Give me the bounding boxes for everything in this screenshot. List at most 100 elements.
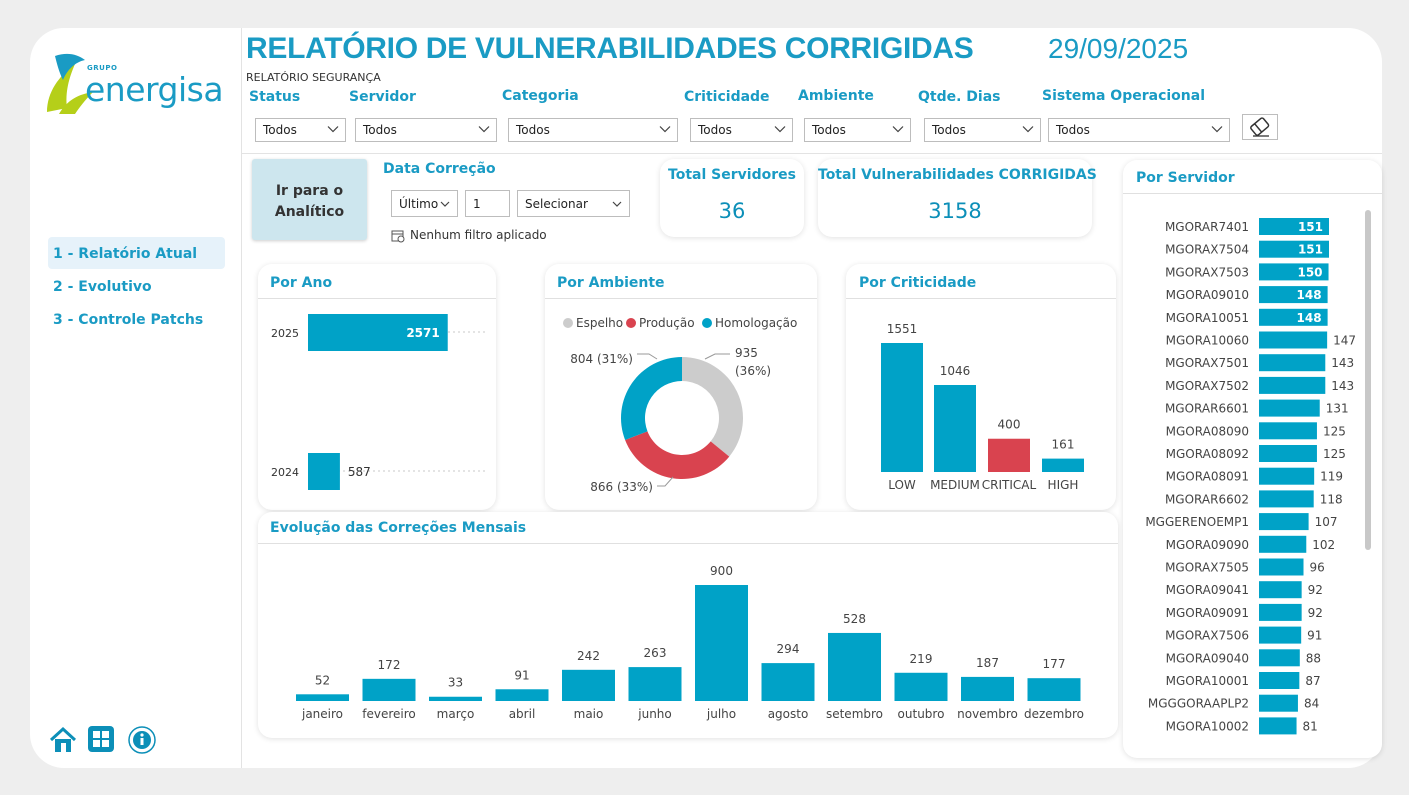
tick-label-março: março [437,707,475,721]
bar-mggerenoemp1 [1259,513,1309,531]
nav-item-3[interactable]: 3 - Controle Patchs [53,312,203,328]
chart-evolucao-mensal: 52 janeiro 172 fevereiro 33 março 91 abril 242 ma… [296,564,1084,721]
bar-junho [628,667,682,701]
data-label-mgorax7506: 91 [1307,629,1322,643]
filter-dropdown-criticidade[interactable]: Todos [690,118,793,142]
server-list-scrollbar[interactable] [1365,210,1371,550]
data-label-mgora09040: 88 [1306,651,1321,665]
filter-label-ambiente: Ambiente [798,88,874,104]
data-label-mgora10001: 87 [1305,674,1320,688]
tick-label-junho: junho [637,707,672,721]
server-label-mgora10051: MGORA10051 [1166,311,1249,325]
bar-mgorar6601 [1259,399,1320,417]
left-panel [30,28,242,768]
data-label-outubro: 219 [910,652,933,666]
date-count-input[interactable]: 1 [465,190,510,217]
chart-por-servidor: MGORAR7401 151 MGORAX7504 151 MGORAX7503 150 M… [1145,218,1356,735]
nav-item-1[interactable]: 1 - Relatório Atual [53,246,197,262]
data-label-mggerenoemp1: 107 [1315,515,1338,529]
tick-label-medium: MEDIUM [930,478,980,492]
bar-2024 [308,453,340,490]
eraser-icon [1250,117,1270,137]
energisa-logo: GRUPO energisa [45,52,235,116]
chevron-down-icon [659,126,671,133]
bar-critical [988,438,1030,472]
bar-mgora08091 [1259,467,1315,485]
analytic-button-line1: Ir para o [275,183,344,199]
go-to-analytic-button[interactable]: Ir para o Analítico [252,159,367,240]
data-label-dezembro: 177 [1043,657,1066,671]
page-title: RELATÓRIO DE VULNERABILIDADES CORRIGIDAS [246,32,974,65]
chevron-down-icon [774,126,786,133]
bar-março [429,696,482,701]
legend-marker-espelho [563,318,573,328]
date-unit-dropdown[interactable]: Selecionar [517,190,630,217]
data-label-mgorax7503: 150 [1297,265,1322,279]
report-subtitle: RELATÓRIO SEGURANÇA [246,71,381,84]
bar-setembro [828,632,881,701]
nav-item-2[interactable]: 2 - Evolutivo [53,279,152,295]
logo-brand-text: energisa [85,70,224,109]
data-label-mgora08092: 125 [1323,447,1346,461]
filter-dropdown-ambiente[interactable]: Todos [804,118,911,142]
bar-mgora10001 [1259,672,1300,689]
tick-label-janeiro: janeiro [301,707,343,721]
kpi-card-vulns: Total Vulnerabilidades CORRIGIDAS 3158 [818,159,1097,237]
server-label-mgora10001: MGORA10001 [1166,674,1249,688]
bar-mgggoraaplp2 [1259,694,1298,712]
data-label-mgorax7502: 143 [1331,379,1354,393]
bar-mgorax7502 [1259,376,1326,394]
data-label-mgorar6602: 118 [1320,492,1343,506]
bar-mgorax7501 [1259,354,1326,372]
chevron-down-icon [478,126,490,133]
data-label-mgorar6601: 131 [1326,402,1349,416]
kpi-vulns-label: Total Vulnerabilidades CORRIGIDAS [818,167,1097,183]
data-label-2025: 2571 [406,326,439,340]
filter-value: Todos [516,123,550,137]
report-date: 29/09/2025 [1048,33,1189,64]
bar-outubro [894,672,948,701]
filter-dropdown-status[interactable]: Todos [255,118,346,142]
chart-por-ano: 2025 2571 2024 587 [271,314,486,490]
filter-dropdown-categoria[interactable]: Todos [508,118,678,142]
slice-label-producao: 866 (33%) [590,480,653,494]
date-count-value: 1 [473,197,481,211]
date-mode-dropdown[interactable]: Último [391,190,458,217]
dashboard-button[interactable] [87,725,115,753]
data-label-novembro: 187 [976,656,999,670]
server-label-mgorax7503: MGORAX7503 [1165,265,1249,279]
home-button[interactable] [48,725,78,755]
bar-mgora09091 [1259,603,1302,621]
server-label-mgora09091: MGORA09091 [1166,606,1249,620]
data-label-setembro: 528 [843,612,866,626]
tick-label-outubro: outubro [898,707,945,721]
date-filter-label: Data Correção [383,161,496,177]
tick-label-julho: julho [706,707,736,721]
data-label-mgora10051: 148 [1297,311,1322,325]
data-label-março: 33 [448,676,463,690]
filter-dropdown-servidor[interactable]: Todos [355,118,497,142]
tick-label-fevereiro: fevereiro [362,707,416,721]
leader-line [637,353,658,360]
server-label-mgorax7506: MGORAX7506 [1165,629,1249,643]
chart-card-por-criticidade: Por Criticidade 1551 LOW 1046 MEDIUM 400 CRIT… [846,264,1116,510]
filter-dropdown-qtde-dias[interactable]: Todos [924,118,1041,142]
server-label-mgorax7504: MGORAX7504 [1165,243,1249,257]
data-label-mgora09010: 148 [1297,288,1322,302]
filter-dropdown-sistema-operacional[interactable]: Todos [1048,118,1230,142]
filter-value: Todos [363,123,397,137]
filter-value: Todos [812,123,846,137]
data-label-fevereiro: 172 [378,658,401,672]
bar-mgora09040 [1259,649,1300,667]
legend-marker-homologação [702,318,712,328]
server-label-mgora10060: MGORA10060 [1166,334,1249,348]
clear-filters-button[interactable] [1242,114,1278,140]
data-label-mgorax7505: 96 [1310,561,1325,575]
dashboard-icon [88,726,114,752]
data-label-medium: 1046 [940,364,971,378]
server-label-mgorar6601: MGORAR6601 [1165,402,1249,416]
filter-value: Todos [1056,123,1090,137]
data-label-mgora10002: 81 [1303,719,1318,733]
info-button[interactable] [127,725,157,755]
data-label-agosto: 294 [777,642,800,656]
